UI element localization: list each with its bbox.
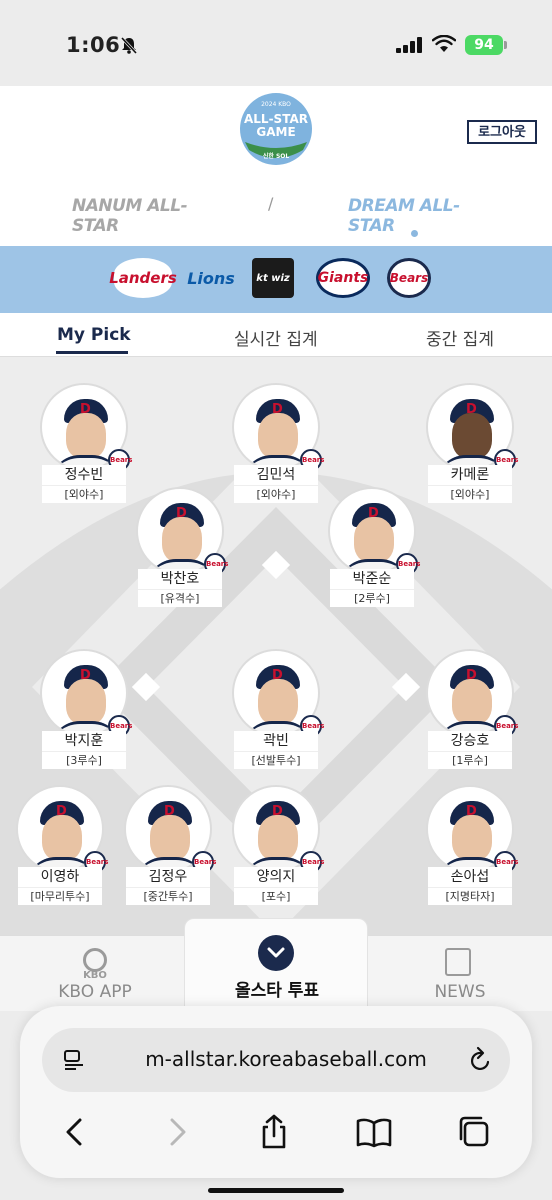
player-name: 카메론 (428, 465, 512, 485)
chevron-down-icon (258, 935, 294, 971)
player-name: 정수빈 (42, 465, 126, 485)
player-position: [2루수] (330, 589, 414, 607)
logo-top-text: 2024 KBO (261, 101, 291, 108)
newspaper-icon (445, 948, 471, 976)
battery-level: 94 (474, 37, 494, 53)
logo-sponsor: 신한 SOL (263, 152, 290, 160)
player-position: [포수] (234, 887, 318, 905)
player-name: 손아섭 (428, 867, 512, 887)
back-icon[interactable] (56, 1114, 96, 1150)
nav-kbo-app[interactable]: KBO KBO APP (40, 936, 150, 1012)
cellular-signal-icon (396, 37, 422, 53)
page-header: 2024 KBO ALL-STAR GAME 신한 SOL 로그아웃 NANUM… (0, 86, 552, 246)
player-name: 박지훈 (42, 731, 126, 751)
forward-icon[interactable] (156, 1114, 196, 1150)
baseball-field: Bears 정수빈 [외야수] Bears 김민석 [외야수] Bears 카메… (0, 357, 552, 935)
nav-vote-label: 올스타 투표 (234, 981, 320, 1001)
player-position: [지명타자] (428, 887, 512, 905)
league-separator: / (268, 194, 274, 213)
player-name: 곽빈 (234, 731, 318, 751)
nav-kbo-label: KBO APP (58, 982, 132, 1002)
player-position: [선발투수] (234, 751, 318, 769)
bottom-app-nav: KBO KBO APP 올스타 투표 NEWS (0, 918, 552, 1012)
player-name: 박찬호 (138, 569, 222, 589)
player-name: 강승호 (428, 731, 512, 751)
status-bar: 1:06 94 (0, 0, 552, 86)
player-position: [중간투수] (126, 887, 210, 905)
battery-tip (504, 41, 507, 49)
league-nanum[interactable]: NANUM ALL-STAR (72, 196, 204, 236)
team-bears-logo[interactable]: Bears (387, 258, 431, 298)
tab-active-indicator (56, 351, 128, 354)
player-name: 김정우 (126, 867, 210, 887)
player-position: [외야수] (234, 485, 318, 503)
bell-muted-icon (120, 36, 138, 54)
url-text: m-allstar.koreabaseball.com (145, 1047, 427, 1071)
league-dream-label: DREAM ALL-STAR (348, 196, 460, 236)
nav-allstar-vote[interactable]: 올스타 투표 (184, 918, 368, 1012)
battery-icon: 94 (465, 35, 503, 55)
share-icon[interactable] (254, 1114, 294, 1150)
nav-kbo-sub: KBO (83, 970, 107, 981)
reload-icon[interactable] (468, 1046, 494, 1074)
player-name: 이영하 (18, 867, 102, 887)
team-giants-logo[interactable]: Giants (316, 258, 370, 298)
wifi-icon (432, 35, 456, 52)
player-name: 양의지 (234, 867, 318, 887)
team-lions-logo[interactable]: Lions (184, 258, 238, 298)
nav-news-label: NEWS (434, 982, 486, 1002)
logo-line2: GAME (256, 125, 295, 139)
player-position: [1루수] (428, 751, 512, 769)
team-logo-strip: Landers Lions kt wiz Giants Bears (0, 246, 552, 313)
player-position: [외야수] (428, 485, 512, 503)
player-name: 김민석 (234, 465, 318, 485)
browser-toolbar: m-allstar.koreabaseball.com (20, 1006, 532, 1178)
tab-bar: My Pick 실시간 집계 중간 집계 (0, 313, 552, 357)
logo-line1: ALL-STAR (244, 112, 308, 126)
league-dream[interactable]: DREAM ALL-STAR (348, 196, 480, 237)
bookmarks-icon[interactable] (354, 1114, 394, 1150)
player-position: [3루수] (42, 751, 126, 769)
logout-button[interactable]: 로그아웃 (467, 120, 537, 144)
home-indicator (208, 1188, 344, 1193)
tab-live-count[interactable]: 실시간 집계 (234, 325, 318, 350)
team-landers-logo[interactable]: Landers (109, 258, 177, 298)
tabs-icon[interactable] (454, 1114, 494, 1150)
player-name: 박준순 (330, 569, 414, 589)
player-position: [외야수] (42, 485, 126, 503)
selected-dot (411, 230, 418, 237)
nav-news[interactable]: NEWS (402, 936, 512, 1012)
tab-my-pick[interactable]: My Pick (57, 325, 131, 345)
player-position: [유격수] (138, 589, 222, 607)
status-time: 1:06 (66, 33, 121, 57)
kbo-logo-icon (83, 948, 107, 972)
address-bar[interactable]: m-allstar.koreabaseball.com (42, 1028, 510, 1092)
allstar-game-logo[interactable]: 2024 KBO ALL-STAR GAME 신한 SOL (239, 92, 313, 166)
page-menu-icon[interactable] (62, 1048, 86, 1072)
team-ktwiz-logo[interactable]: kt wiz (252, 258, 294, 298)
player-position: [마무리투수] (18, 887, 102, 905)
tab-interim-count[interactable]: 중간 집계 (426, 325, 494, 350)
